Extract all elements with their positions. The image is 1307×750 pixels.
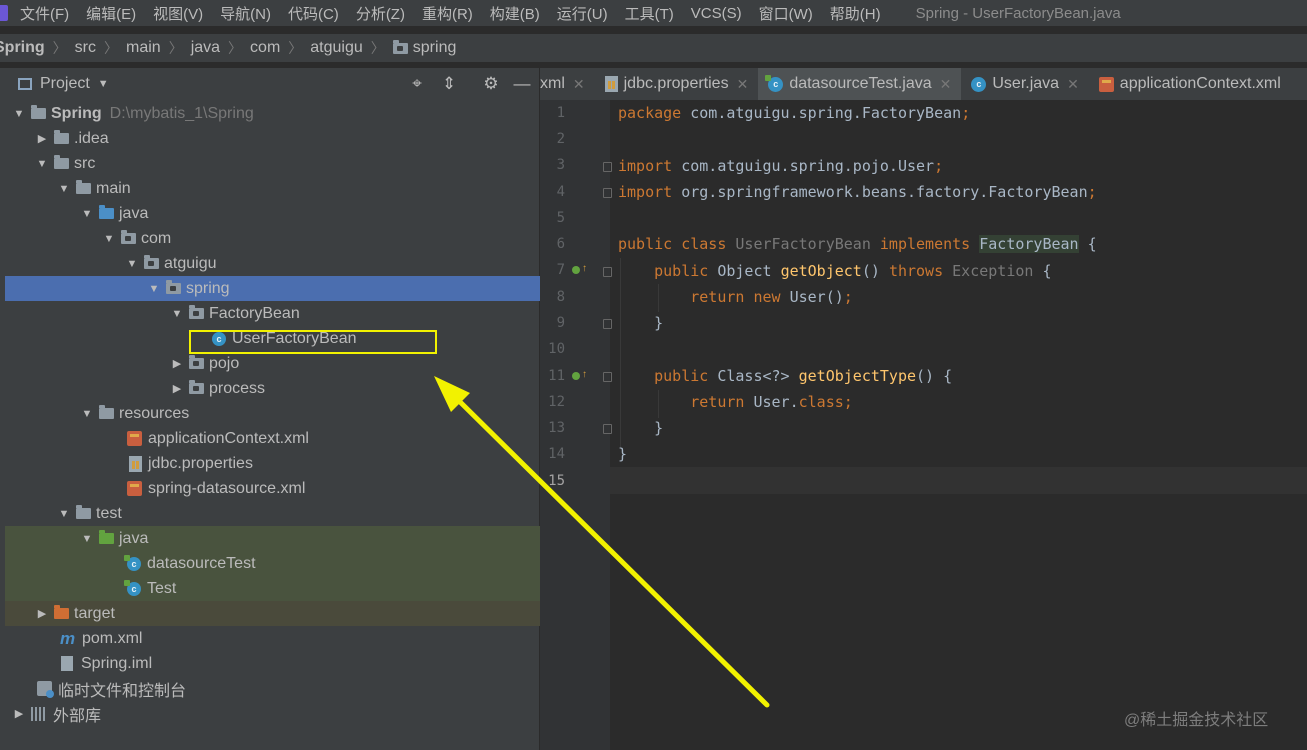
watermark: @稀土掘金技术社区: [1124, 712, 1269, 729]
annotation-arrow-shaft: [445, 387, 770, 708]
annotation-arrow: [434, 376, 770, 708]
